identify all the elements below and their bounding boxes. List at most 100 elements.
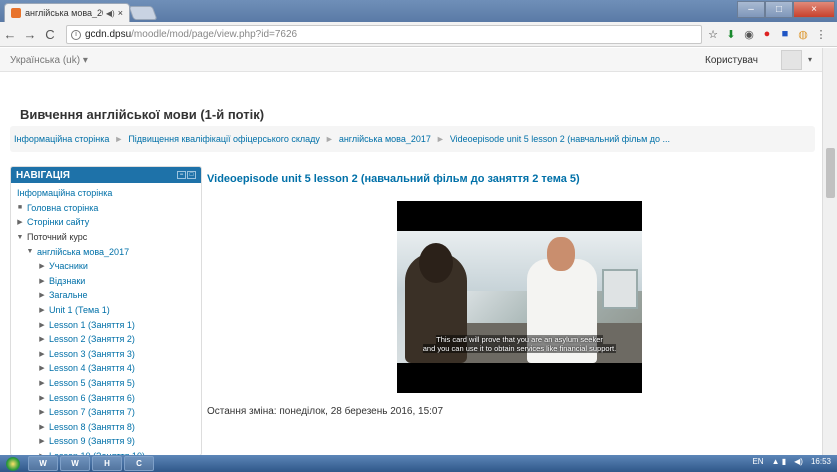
nav-item-label: Сторінки сайту — [27, 217, 90, 228]
nav-item-label: Lesson 1 (Заняття 1) — [49, 319, 135, 330]
breadcrumb-item[interactable]: Підвищення кваліфікації офіцерського скл… — [128, 134, 320, 144]
nav-item[interactable]: ▶ Lesson 1 (Заняття 1) — [11, 317, 201, 332]
nav-item-label: Відзнаки — [49, 275, 86, 286]
url-host: gcdn.dpsu — [85, 29, 132, 40]
navigation-block: НАВІГАЦІЯ − □ Інформаційна сторінка ■ Голо… — [10, 166, 202, 456]
user-menu-caret-icon[interactable]: ▾ — [808, 55, 812, 64]
nav-item-label: Головна сторінка — [27, 202, 99, 213]
nav-item[interactable]: ▶ Lesson 8 (Заняття 8) — [11, 420, 201, 435]
nav-item[interactable]: ▶ Lesson 9 (Заняття 9) — [11, 434, 201, 449]
start-button[interactable] — [0, 455, 26, 472]
avatar[interactable] — [781, 50, 802, 70]
minimize-button[interactable]: – — [737, 1, 765, 18]
moodle-header: Українська (uk) ▾ Користувач ▾ — [0, 48, 822, 72]
expanded-arrow-icon: ▼ — [16, 233, 24, 241]
new-tab-button[interactable] — [128, 6, 158, 20]
speaker-icon[interactable]: ◀) — [106, 9, 115, 18]
taskbar-item[interactable]: H — [92, 456, 122, 471]
reload-button[interactable]: C — [40, 27, 60, 42]
close-window-button[interactable]: × — [793, 1, 835, 18]
nav-item-label: англійська мова_2017 — [37, 246, 130, 257]
nav-item-label: Lesson 3 (Заняття 3) — [49, 348, 135, 359]
breadcrumb-separator-icon: ► — [435, 134, 445, 144]
nav-item[interactable]: ▶ Lesson 2 (Заняття 2) — [11, 332, 201, 347]
browser-title-bar: англійська мова_2017 ◀) × – □ × — [0, 0, 837, 22]
resource-title: Videoepisode unit 5 lesson 2 (навчальний… — [207, 173, 580, 185]
nav-item-label: Загальне — [49, 290, 88, 301]
url-input[interactable]: i gcdn.dpsu /moodle/mod/page/view.php?id… — [66, 25, 702, 44]
input-language[interactable]: EN — [752, 457, 763, 466]
nav-item[interactable]: ▶ Lesson 6 (Заняття 6) — [11, 390, 201, 405]
navigation-block-header: НАВІГАЦІЯ − □ — [11, 167, 201, 183]
browser-tab[interactable]: англійська мова_2017 ◀) × — [4, 3, 130, 22]
tab-close-button[interactable]: × — [118, 8, 123, 18]
nav-item-label: Інформаційна сторінка — [17, 188, 113, 199]
collapsed-arrow-icon: ▶ — [39, 438, 45, 446]
network-icon[interactable]: ▲ ▮ — [772, 457, 787, 466]
nav-item[interactable]: ■ Головна сторінка — [11, 201, 201, 216]
video-subtitles: This card will prove that you are an asy… — [397, 335, 642, 353]
subtitle-line: and you can use it to obtain services li… — [422, 344, 617, 353]
dock-block-icon[interactable]: − — [177, 171, 186, 179]
nav-item-label: Lesson 9 (Заняття 9) — [49, 436, 135, 447]
nav-item-label: Lesson 7 (Заняття 7) — [49, 407, 135, 418]
system-tray: EN ▲ ▮ ◀) 16:53 — [752, 457, 831, 466]
square-bullet-icon: ■ — [17, 204, 23, 212]
volume-icon[interactable]: ◀) — [794, 457, 803, 466]
tab-title: англійська мова_2017 — [25, 8, 103, 18]
nav-item-label: Lesson 5 (Заняття 5) — [49, 378, 135, 389]
nav-item[interactable]: ▼ Поточний курс — [11, 230, 201, 245]
windows-logo-icon — [6, 456, 20, 471]
browser-menu-icon[interactable]: ⋮ — [814, 27, 828, 41]
taskbar-item[interactable]: C — [124, 456, 154, 471]
nav-item[interactable]: ▶ Lesson 5 (Заняття 5) — [11, 376, 201, 391]
scrollbar-thumb[interactable] — [826, 148, 835, 198]
nav-item-label: Lesson 2 (Заняття 2) — [49, 334, 135, 345]
site-info-icon[interactable]: i — [71, 29, 81, 40]
navigation-title: НАВІГАЦІЯ — [16, 169, 70, 181]
breadcrumb-item[interactable]: англійська мова_2017 — [339, 134, 431, 144]
nav-item[interactable]: ▶ Lesson 3 (Заняття 3) — [11, 347, 201, 362]
breadcrumb-item[interactable]: Videoepisode unit 5 lesson 2 (навчальний… — [450, 134, 670, 144]
collapsed-arrow-icon: ▶ — [39, 409, 45, 417]
nav-item[interactable]: ▶ Сторінки сайту — [11, 215, 201, 230]
stop-extension-icon[interactable]: ■ — [778, 27, 792, 41]
collapsed-arrow-icon: ▶ — [39, 423, 45, 431]
download-extension-icon[interactable]: ⬇ — [724, 27, 738, 41]
language-menu[interactable]: Українська (uk) ▾ — [10, 55, 88, 66]
collapsed-arrow-icon: ▶ — [39, 277, 45, 285]
bookmark-star-icon[interactable]: ☆ — [706, 27, 720, 41]
breadcrumb-item[interactable]: Інформаційна сторінка — [14, 134, 109, 144]
clock[interactable]: 16:53 — [811, 457, 831, 466]
collapsed-arrow-icon: ▶ — [39, 380, 45, 388]
moodle-favicon-icon — [11, 8, 21, 18]
taskbar-item[interactable]: W — [28, 456, 58, 471]
forward-button[interactable]: → — [20, 27, 40, 42]
collapsed-arrow-icon: ▶ — [39, 263, 45, 271]
extension-icon[interactable]: ◉ — [742, 27, 756, 41]
back-button[interactable]: ← — [0, 27, 20, 42]
nav-item[interactable]: ▼ англійська мова_2017 — [11, 244, 201, 259]
opera-extension-icon[interactable]: ● — [760, 27, 774, 41]
video-player[interactable]: This card will prove that you are an asy… — [397, 201, 642, 393]
nav-item[interactable]: ▶ Учасники — [11, 259, 201, 274]
nav-item-label: Lesson 8 (Заняття 8) — [49, 421, 135, 432]
collapsed-arrow-icon: ▶ — [39, 292, 45, 300]
page-scrollbar[interactable] — [822, 48, 837, 455]
chrome-extension-icon[interactable]: ◍ — [796, 27, 810, 41]
last-modified: Остання зміна: понеділок, 28 березень 20… — [207, 406, 444, 417]
nav-item[interactable]: ▶ Відзнаки — [11, 274, 201, 289]
nav-item[interactable]: ▶ Загальне — [11, 288, 201, 303]
breadcrumb: Інформаційна сторінка ► Підвищення квалі… — [10, 126, 815, 152]
collapsed-arrow-icon: ▶ — [17, 219, 23, 227]
maximize-button[interactable]: □ — [765, 1, 793, 18]
nav-item[interactable]: ▶ Lesson 4 (Заняття 4) — [11, 361, 201, 376]
nav-item[interactable]: ▶ Lesson 7 (Заняття 7) — [11, 405, 201, 420]
taskbar-item[interactable]: W — [60, 456, 90, 471]
expanded-arrow-icon: ▼ — [26, 248, 34, 256]
window-controls: – □ × — [737, 1, 835, 18]
user-name[interactable]: Користувач — [705, 55, 758, 66]
nav-item[interactable]: Інформаційна сторінка — [11, 186, 201, 201]
collapse-block-icon[interactable]: □ — [187, 171, 196, 179]
nav-item[interactable]: ▶ Unit 1 (Тема 1) — [11, 303, 201, 318]
